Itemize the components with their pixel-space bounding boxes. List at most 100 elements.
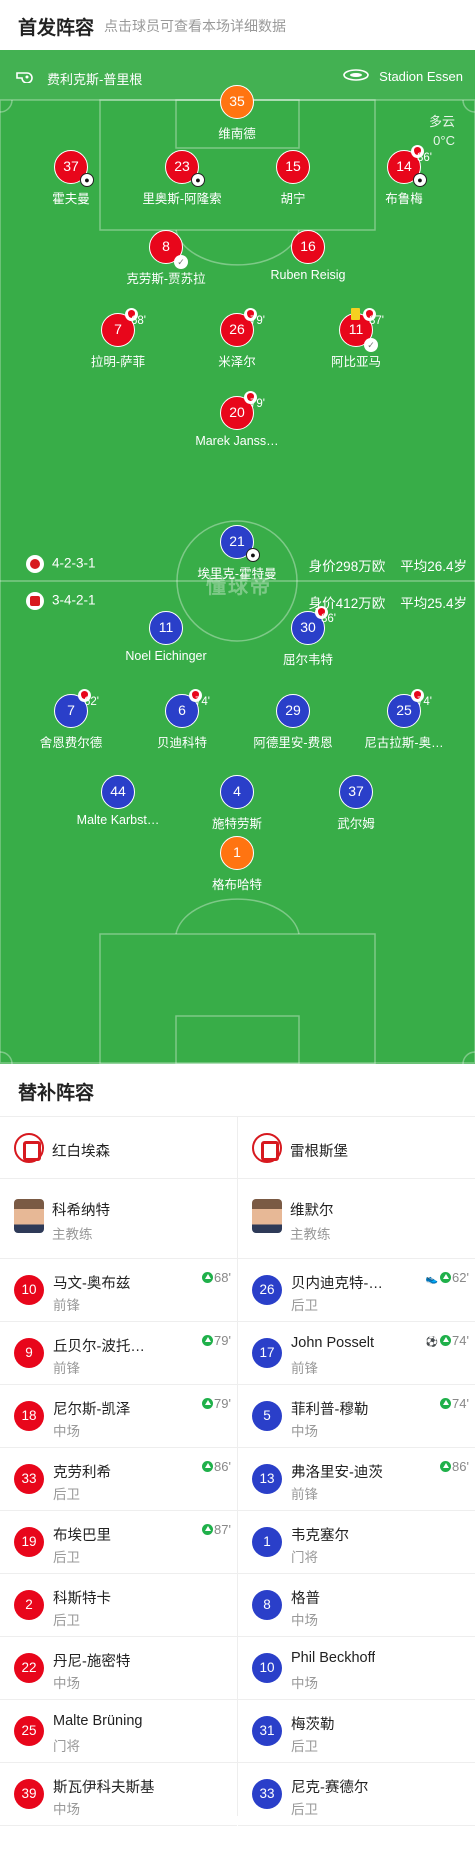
sub-in-indicator: 86' xyxy=(440,1459,469,1474)
sub-player-row[interactable]: 33 克劳利希 后卫 86' xyxy=(0,1448,237,1511)
player-number: 14 ● 86' xyxy=(387,145,432,187)
pitch-player[interactable]: 4 施特劳斯 xyxy=(177,775,297,832)
sub-player-position: 中场 xyxy=(53,1676,80,1691)
pitch-player[interactable]: 8 ✓ 克劳斯-贾苏拉 xyxy=(106,230,226,287)
assist-shoe-icon: ✓ xyxy=(174,255,188,269)
lineup-title: 首发阵容 xyxy=(18,18,95,39)
sub-player-position: 前锋 xyxy=(53,1298,80,1313)
away-coach[interactable]: 维默尔 主教练 xyxy=(238,1179,475,1259)
sub-player-number: 19 xyxy=(14,1527,44,1557)
sub-out-minute: 74' xyxy=(195,696,210,708)
home-badge-icon xyxy=(26,555,44,573)
sub-player-row[interactable]: 9 丘贝尔-波托… 前锋 79' xyxy=(0,1322,237,1385)
sub-player-row[interactable]: 22 丹尼-施密特 中场 xyxy=(0,1637,237,1700)
sub-in-arrow-icon xyxy=(440,1398,452,1409)
pitch-player[interactable]: 21 ● 埃里克-霍特曼 xyxy=(177,525,297,582)
sub-in-minute: 86' xyxy=(452,1459,469,1474)
substitutes-title: 替补阵容 xyxy=(18,1083,95,1104)
sub-player-row[interactable]: 10 Phil Beckhoff 中场 xyxy=(238,1637,475,1700)
sub-player-number: 39 xyxy=(14,1779,44,1809)
player-name: 拉明-萨菲 xyxy=(90,355,146,369)
pitch-player[interactable]: 11 ✓ 87' 阿比亚马 xyxy=(296,308,416,370)
sub-player-position: 后卫 xyxy=(291,1298,318,1313)
home-coach[interactable]: 科希纳特 主教练 xyxy=(0,1179,237,1259)
pitch-player[interactable]: 16 Ruben Reisig xyxy=(248,230,368,282)
player-name: 克劳斯-贾苏拉 xyxy=(126,272,206,286)
sub-player-number: 9 xyxy=(14,1338,44,1368)
sub-in-arrow-icon xyxy=(440,1335,452,1346)
player-number: 21 ● xyxy=(220,525,260,562)
pitch-player[interactable]: 37 ● 霍夫曼 xyxy=(11,150,131,207)
sub-player-row[interactable]: 1 韦克塞尔 门将 xyxy=(238,1511,475,1574)
player-number: 15 xyxy=(276,150,310,184)
pitch-player[interactable]: 37 武尔姆 xyxy=(296,775,416,832)
sub-player-row[interactable]: 10 马文-奥布兹 前锋 68' xyxy=(0,1259,237,1322)
sub-in-arrow-icon xyxy=(202,1461,214,1472)
pitch-player[interactable]: 7 62' 舍恩费尔德 xyxy=(11,689,131,751)
pitch-player[interactable]: 20 79' Marek Janss… xyxy=(177,391,297,448)
pitch-player[interactable]: 30 86' 屈尔韦特 xyxy=(248,606,368,668)
pitch-player[interactable]: 35 维南德 xyxy=(177,85,297,142)
player-number: 35 xyxy=(220,85,254,119)
sub-player-position: 后卫 xyxy=(291,1739,318,1754)
sub-in-minute: 79' xyxy=(214,1333,231,1348)
sub-in-arrow-icon xyxy=(440,1461,452,1472)
sub-player-number: 26 xyxy=(252,1275,282,1305)
pitch-player[interactable]: 11 Noel Eichinger xyxy=(106,611,226,663)
away-team-logo-icon xyxy=(252,1133,282,1163)
lineup-header: 首发阵容 点击球员可查看本场详细数据 xyxy=(0,0,475,50)
player-number: 37 ● xyxy=(54,150,94,187)
sub-player-row[interactable]: 31 梅茨勒 后卫 xyxy=(238,1700,475,1763)
sub-player-row[interactable]: 19 布埃巴里 后卫 87' xyxy=(0,1511,237,1574)
sub-player-row[interactable]: 17 John Posselt 前锋 ⚽ 74' xyxy=(238,1322,475,1385)
sub-player-name: Malte Brüning xyxy=(53,1713,143,1729)
sub-player-row[interactable]: 39 斯瓦伊科夫斯基 中场 xyxy=(0,1763,237,1826)
sub-player-row[interactable]: 13 弗洛里安-迪茨 前锋 86' xyxy=(238,1448,475,1511)
pitch-player[interactable]: 14 ● 86' 布鲁梅 xyxy=(344,145,464,207)
pitch-player[interactable]: 25 74' 尼古拉斯-奥… xyxy=(344,689,464,751)
sub-player-number: 25 xyxy=(14,1716,44,1746)
sub-player-row[interactable]: 25 Malte Brüning 门将 xyxy=(0,1700,237,1763)
player-name: 维南德 xyxy=(218,127,256,141)
sub-player-name: 贝内迪克特-… xyxy=(291,1276,383,1292)
home-coach-role: 主教练 xyxy=(52,1227,93,1242)
pitch-player[interactable]: 26 79' 米泽尔 xyxy=(177,308,297,370)
pitch-player[interactable]: 6 74' 贝迪科特 xyxy=(122,689,242,751)
sub-in-indicator: 86' xyxy=(202,1459,231,1474)
player-number: 23 ● xyxy=(165,150,205,187)
sub-player-position: 前锋 xyxy=(53,1361,80,1376)
player-name: 里奥斯-阿隆索 xyxy=(142,192,222,206)
sub-player-number: 1 xyxy=(252,1527,282,1557)
pitch-player[interactable]: 23 ● 里奥斯-阿隆索 xyxy=(122,150,242,207)
pitch-player[interactable]: 7 68' 拉明-萨菲 xyxy=(58,308,178,370)
sub-player-number: 2 xyxy=(14,1590,44,1620)
away-team-header[interactable]: 雷根斯堡 xyxy=(238,1116,475,1179)
pitch-player[interactable]: 15 胡宁 xyxy=(233,150,353,207)
pitch-player[interactable]: 29 阿德里安-费恩 xyxy=(233,694,353,751)
sub-player-name: 丹尼-施密特 xyxy=(53,1654,131,1670)
pitch-player[interactable]: 1 格布哈特 xyxy=(177,836,297,893)
pitch-player[interactable]: 44 Malte Karbst… xyxy=(58,775,178,827)
home-team-header[interactable]: 红白埃森 xyxy=(0,1116,237,1179)
sub-in-arrow-icon xyxy=(440,1272,452,1283)
sub-in-indicator: ⚽ 74' xyxy=(426,1333,469,1348)
home-coach-name: 科希纳特 xyxy=(52,1203,110,1219)
sub-player-name: 梅茨勒 xyxy=(291,1717,335,1733)
stadium-name: Stadion Essen xyxy=(379,69,463,84)
sub-player-row[interactable]: 18 尼尔斯-凯泽 中场 79' xyxy=(0,1385,237,1448)
sub-out-minute: 68' xyxy=(131,315,146,327)
sub-player-row[interactable]: 2 科斯特卡 后卫 xyxy=(0,1574,237,1637)
sub-player-position: 中场 xyxy=(291,1676,318,1691)
sub-player-row[interactable]: 8 格普 中场 xyxy=(238,1574,475,1637)
sub-player-name: 马文-奥布兹 xyxy=(53,1276,131,1292)
sub-player-number: 17 xyxy=(252,1338,282,1368)
sub-player-row[interactable]: 5 菲利普-穆勒 中场 74' xyxy=(238,1385,475,1448)
sub-player-row[interactable]: 33 尼克-赛德尔 后卫 xyxy=(238,1763,475,1826)
home-formation-label: 4-2-3-1 xyxy=(52,555,96,571)
away-badge-icon xyxy=(26,592,44,610)
sub-player-position: 中场 xyxy=(291,1613,318,1628)
sub-player-name: 斯瓦伊科夫斯基 xyxy=(53,1780,155,1796)
away-coach-avatar xyxy=(252,1199,282,1233)
sub-in-arrow-icon xyxy=(202,1398,214,1409)
sub-player-row[interactable]: 26 贝内迪克特-… 后卫 👟 62' xyxy=(238,1259,475,1322)
